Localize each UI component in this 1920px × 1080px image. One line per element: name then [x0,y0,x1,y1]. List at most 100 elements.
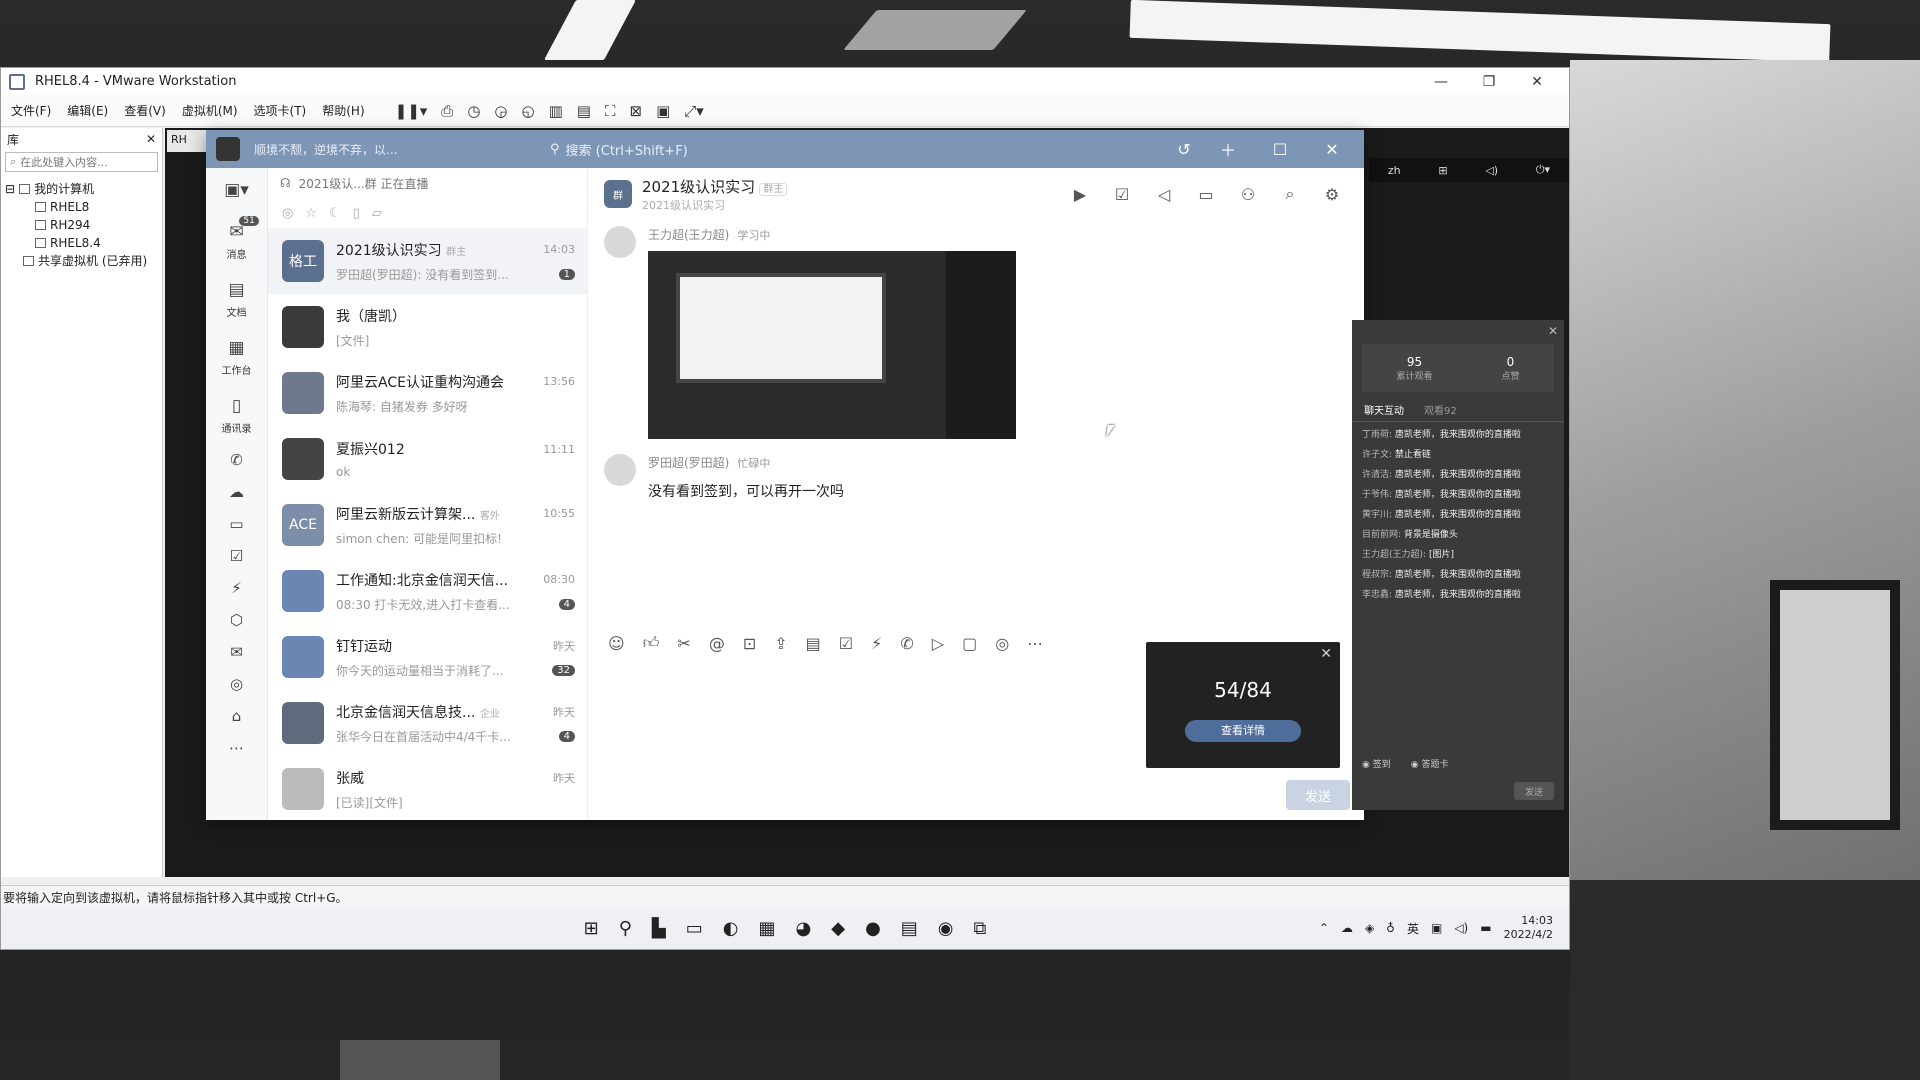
menu-file[interactable]: 文件(F) [11,102,51,119]
scissors-icon[interactable]: ✂ [677,634,690,653]
cloud-icon[interactable]: ☁ [206,476,267,508]
app-icon[interactable]: ◕ [796,918,812,939]
call-icon[interactable]: ✆ [900,634,913,653]
explorer-icon[interactable]: ▭ [686,918,703,939]
tree-vm-rh294[interactable]: RH294 [5,216,158,234]
filter-unread-icon[interactable]: ▱ [372,206,382,221]
start-icon[interactable]: ⊞ [584,918,599,939]
task-view-icon[interactable]: ▙ [652,918,666,939]
schedule-icon[interactable]: ▤ [806,634,821,653]
vmware-taskbar-icon[interactable]: ⧉ [974,918,987,939]
folder-icon[interactable]: ⌂ [206,700,267,732]
sender-name[interactable]: 王力超(王力超) [648,228,729,242]
chevron-up-icon[interactable]: ⌃ [1319,921,1329,935]
nav-docs[interactable]: ▤ 文档 [206,270,267,328]
snapshot-icon[interactable]: ◷ [467,102,480,120]
stretch-icon[interactable]: ⤢▾ [684,102,704,120]
meeting-icon[interactable]: ◎ [206,668,267,700]
tree-vm-rhel84[interactable]: RHEL8.4 [5,234,158,252]
task-icon[interactable]: ☑ [1106,185,1138,204]
network-icon[interactable]: ⊞ [1438,164,1447,177]
settings-icon[interactable]: ⚙ [1316,185,1348,204]
group-name[interactable]: 2021级认识实习 [642,178,755,196]
close-icon[interactable]: ✕ [1320,646,1332,662]
menu-tabs[interactable]: 选项卡(T) [254,102,307,119]
apps-icon[interactable]: ⬡ [206,604,267,636]
search-chat-icon[interactable]: ⌕ [1274,184,1306,204]
ding-icon[interactable]: ⚡ [871,634,882,653]
filter-mention-icon[interactable]: ☾ [329,206,341,221]
conversation-item[interactable]: 阿里云ACE认证重构沟通会 13:56 陈海琴: 自猪发券 多好呀 [268,360,587,426]
ding-icon[interactable]: ⚡ [206,572,267,604]
power-icon[interactable]: ⏻▾ [1536,163,1550,177]
nav-messages[interactable]: ✉ 51 消息 [206,212,267,270]
add-member-icon[interactable]: ⚇ [1232,185,1264,204]
emoji-icon[interactable]: ☺ [608,634,625,653]
tab-interaction[interactable]: 聊天互动 [1364,402,1404,417]
menu-vm[interactable]: 虚拟机(M) [182,102,238,119]
live-icon[interactable]: ▷ [932,634,944,653]
dingtalk-icon[interactable]: ◆ [831,918,845,939]
group-files-icon[interactable]: ▭ [1190,185,1222,204]
powerpoint-icon[interactable]: ● [865,918,881,939]
pause-icon[interactable]: ❚❚▾ [395,102,428,120]
mention-icon[interactable]: @ [709,634,725,653]
video-call-icon[interactable]: ▶ [1064,185,1096,204]
console-icon[interactable]: ▣ [656,102,670,120]
send-ctrl-alt-del-icon[interactable]: ⎙ [441,102,453,120]
conversation-item[interactable]: 我（唐凯） [文件] [268,294,587,360]
close-icon[interactable]: ✕ [1513,74,1561,90]
snapshot-manager-icon[interactable]: ◵ [522,102,535,120]
nav-workbench[interactable]: ▦ 工作台 [206,328,267,386]
conversation-item[interactable]: 钉钉运动 昨天 你今天的运动量相当于消耗了... 32 [268,624,587,690]
close-icon[interactable]: ✕ [1548,324,1558,338]
more-apps-icon[interactable]: ◎ [995,634,1009,653]
close-icon[interactable]: ✕ [1310,140,1354,159]
library-search-input[interactable]: ⌕ 在此处键入内容... [5,152,158,172]
nav-contacts[interactable]: ▯ 通讯录 [206,386,267,444]
mic-icon[interactable]: ♁ [1386,921,1395,935]
user-status[interactable]: 顺境不颓，逆境不弃，以... [254,141,484,158]
store-icon[interactable]: ▦ [758,918,775,939]
ime-indicator[interactable]: 英 [1407,920,1419,937]
global-search-input[interactable]: ⚲ 搜索 (Ctrl+Shift+F) [544,137,874,161]
notepad-icon[interactable]: ▤ [901,918,918,939]
screenshot-icon[interactable]: ⊡ [743,634,756,653]
menu-help[interactable]: 帮助(H) [322,102,364,119]
todo-icon[interactable]: ☑ [206,540,267,572]
more-icon[interactable]: ⋯ [1027,634,1043,653]
security-icon[interactable]: ◈ [1365,921,1374,935]
send-button[interactable]: 发送 [1286,780,1350,810]
conversation-item[interactable]: 格工 2021级认识实习 群主 14:03 罗田超(罗田超): 没有看到签到... 1 [268,228,587,294]
upload-icon[interactable]: ⇪ [774,634,787,653]
thumbnail-view-icon[interactable]: ▤ [577,102,591,120]
live-send-button[interactable]: 发送 [1514,782,1554,800]
cloud-icon[interactable]: ☁ [1341,921,1353,935]
nav-avatar[interactable]: ▣▾ [206,168,267,212]
search-icon[interactable]: ⚲ [619,918,632,939]
answer-card-radio[interactable]: ◉ 答题卡 [1411,757,1449,770]
announcement-icon[interactable]: ◁ [1148,185,1180,204]
image-message[interactable] [648,251,1016,439]
fullscreen-icon[interactable]: ⛶ [605,102,616,120]
todo-icon[interactable]: ☑ [839,634,853,653]
restore-icon[interactable]: ❐ [1465,74,1513,90]
conversation-item[interactable]: 张威 昨天 [已读][文件] [268,756,587,822]
clock[interactable]: 14:03 2022/4/2 [1504,914,1553,942]
unity-icon[interactable]: ⊠ [629,102,642,120]
edge-icon[interactable]: ◐ [723,918,739,939]
tree-shared-vms[interactable]: 共享虚拟机 (已弃用) [5,252,158,270]
conversation-item[interactable]: 夏振兴012 11:11 ok [268,426,587,492]
battery-icon[interactable]: ▬ [1480,921,1491,935]
volume-icon[interactable]: ◁) [1454,921,1468,935]
red-packet-icon[interactable]: ▢ [962,634,977,653]
user-avatar[interactable] [216,137,240,161]
chat-icon[interactable]: ◉ [938,918,954,939]
calendar-icon[interactable]: ▭ [206,508,267,540]
more-icon[interactable]: ⋯ [206,732,267,764]
conversation-item[interactable]: 工作通知:北京金信润天信... 08:30 08:30 打卡无效,进入打卡查看..… [268,558,587,624]
signin-radio[interactable]: ◉ 签到 [1362,757,1391,770]
minimize-icon[interactable]: — [1417,74,1465,90]
filter-all-icon[interactable]: ◎ [282,206,293,221]
library-view-icon[interactable]: ▥ [549,102,563,120]
